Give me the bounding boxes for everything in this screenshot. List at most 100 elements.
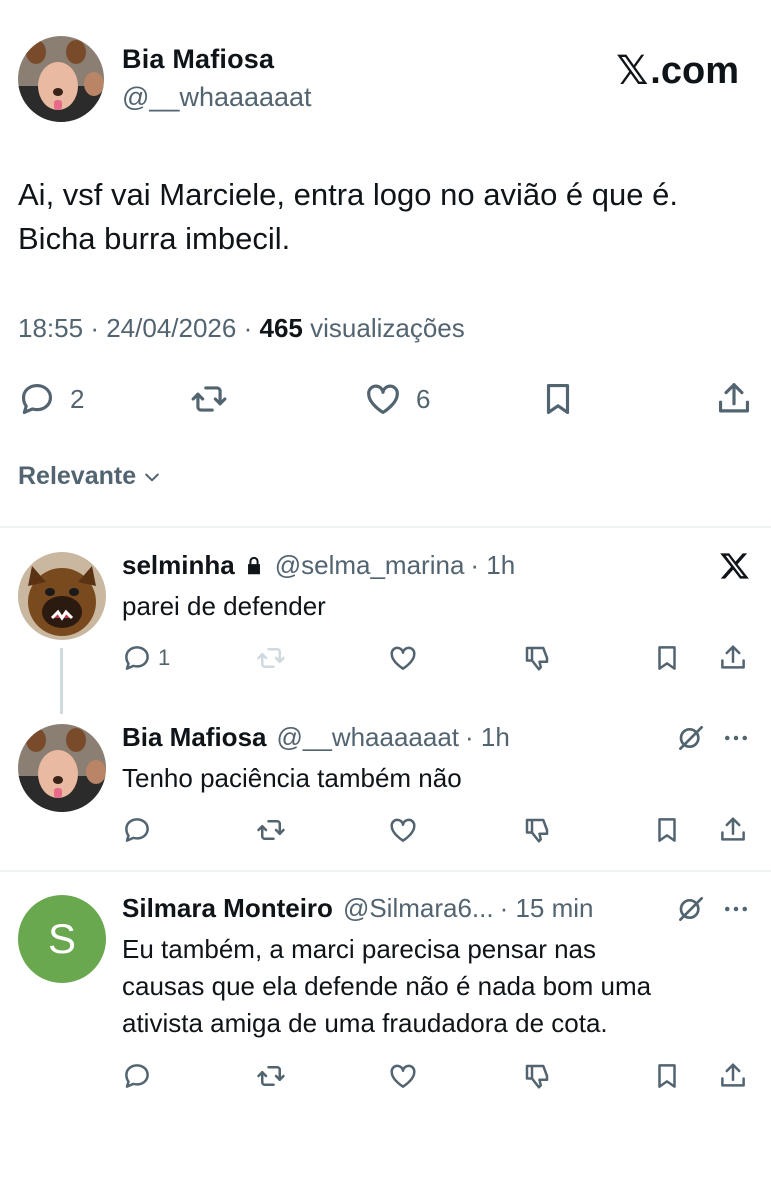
grok-icon[interactable] [675, 722, 707, 754]
avatar-initial: S [47, 915, 76, 962]
reply-icon [125, 1064, 149, 1088]
retweet-button[interactable] [190, 377, 228, 421]
x-logo-icon: 𝕏 [616, 48, 649, 94]
reply-time[interactable]: · 15 min [500, 893, 594, 924]
x-logo-badge [719, 550, 751, 582]
tweet-action-bar: 2 6 [18, 377, 755, 421]
tweet-time[interactable]: 18:55 [18, 313, 83, 343]
bookmark-icon [658, 646, 676, 670]
reply-header: selminha @selma_marina · 1h [122, 550, 515, 581]
chevron-down-icon [145, 473, 159, 481]
bookmark-button[interactable] [652, 1058, 682, 1094]
reply-author-handle[interactable]: @selma_marina [275, 550, 465, 581]
sort-dropdown[interactable]: Relevante [18, 462, 162, 491]
reply-avatar[interactable] [18, 552, 106, 640]
thumbs-down-icon [525, 1064, 549, 1089]
reply-text-line: causas que ela defende não é nada bom um… [122, 971, 652, 1001]
more-options-icon[interactable] [721, 723, 751, 753]
reply-icon [21, 383, 53, 415]
reply-author-handle[interactable]: @Silmara6... [343, 893, 494, 924]
reply-button[interactable] [122, 1058, 152, 1094]
reply-corner-actions [675, 893, 751, 925]
share-button[interactable] [718, 640, 748, 676]
reply-author-name[interactable]: selminha [122, 550, 235, 581]
tweet-date[interactable]: 24/04/2026 [106, 313, 236, 343]
reply-corner-actions [675, 722, 751, 754]
share-button[interactable] [718, 1058, 748, 1094]
grok-icon[interactable] [675, 893, 707, 925]
reply-icon [125, 818, 149, 842]
reply-text-line: ativista amiga de uma fraudadora de cota… [122, 1008, 608, 1038]
reply-author-handle[interactable]: @__whaaaaaat [277, 722, 460, 753]
tweet-text-line: Ai, vsf vai Marciele, entra logo no aviã… [18, 177, 678, 212]
retweet-button[interactable] [256, 1058, 286, 1094]
x-brand-logo: 𝕏 .com [616, 48, 739, 94]
divider [0, 526, 771, 528]
bookmark-icon [658, 1064, 676, 1088]
retweet-icon [257, 648, 285, 668]
reply-text: Eu também, a marci parecisa pensar nas c… [122, 931, 742, 1042]
like-count: 6 [416, 383, 431, 414]
reply-time[interactable]: · 1h [465, 722, 510, 753]
author-name[interactable]: Bia Mafiosa [122, 44, 274, 75]
reply-text: Tenho paciência também não [122, 763, 462, 793]
heart-icon [367, 384, 399, 415]
like-button[interactable] [388, 812, 418, 848]
bookmark-icon [658, 818, 676, 842]
reply-button[interactable]: 1 [122, 640, 170, 676]
retweet-icon [257, 820, 285, 840]
author-handle[interactable]: @__whaaaaaat [122, 82, 312, 113]
bookmark-button[interactable] [652, 640, 682, 676]
bookmark-button[interactable] [539, 377, 577, 421]
divider [0, 870, 771, 872]
retweet-button-disabled [256, 640, 286, 676]
heart-icon [390, 818, 416, 842]
share-button[interactable] [715, 377, 753, 421]
retweet-icon [191, 386, 227, 412]
reply-text-line: Eu também, a marci parecisa pensar nas [122, 934, 596, 964]
downvote-button[interactable] [522, 640, 552, 676]
author-avatar[interactable] [18, 36, 104, 122]
reply-item[interactable]: selminha @selma_marina · 1h parei de def… [18, 550, 755, 690]
downvote-button[interactable] [522, 812, 552, 848]
reply-author-name[interactable]: Bia Mafiosa [122, 722, 267, 753]
lock-icon [247, 556, 260, 574]
like-button[interactable]: 6 [364, 377, 430, 421]
tweet-header: Bia Mafiosa @__whaaaaaat 𝕏 .com [18, 36, 753, 126]
bookmark-button[interactable] [652, 812, 682, 848]
retweet-icon [257, 1066, 285, 1086]
retweet-button[interactable] [256, 812, 286, 848]
reply-action-bar: 1 [122, 640, 755, 676]
tweet-text-line: Bicha burra imbecil. [18, 221, 291, 256]
like-button[interactable] [388, 640, 418, 676]
reply-count: 2 [70, 383, 85, 414]
x-logo-icon [720, 553, 749, 579]
reply-avatar[interactable]: S [18, 895, 106, 983]
reply-button[interactable] [122, 812, 152, 848]
more-options-icon[interactable] [721, 894, 751, 924]
meta-separator: · [243, 313, 253, 343]
share-icon [718, 383, 750, 413]
reply-action-bar [122, 812, 755, 848]
tweet-text: Ai, vsf vai Marciele, entra logo no aviã… [18, 173, 753, 261]
reply-item[interactable]: Bia Mafiosa @__whaaaaaat · 1h Tenho paci… [18, 722, 755, 862]
reply-icon [125, 646, 149, 670]
reply-button[interactable]: 2 [18, 377, 84, 421]
sort-label: Relevante [18, 462, 137, 490]
bookmark-icon [546, 383, 570, 415]
downvote-button[interactable] [522, 1058, 552, 1094]
like-button[interactable] [388, 1058, 418, 1094]
reply-avatar[interactable] [18, 724, 106, 812]
reply-header: Silmara Monteiro @Silmara6... · 15 min [122, 893, 594, 924]
brand-domain: .com [650, 49, 739, 92]
thumbs-down-icon [525, 646, 549, 671]
reply-author-name[interactable]: Silmara Monteiro [122, 893, 333, 924]
share-button[interactable] [718, 812, 748, 848]
reply-text: parei de defender [122, 591, 326, 621]
reply-time[interactable]: · 1h [470, 550, 515, 581]
reply-header: Bia Mafiosa @__whaaaaaat · 1h [122, 722, 510, 753]
thumbs-down-icon [525, 818, 549, 843]
share-icon [721, 1063, 745, 1087]
share-icon [721, 645, 745, 669]
reply-item[interactable]: S Silmara Monteiro @Silmara6... · 15 min… [18, 893, 755, 1103]
